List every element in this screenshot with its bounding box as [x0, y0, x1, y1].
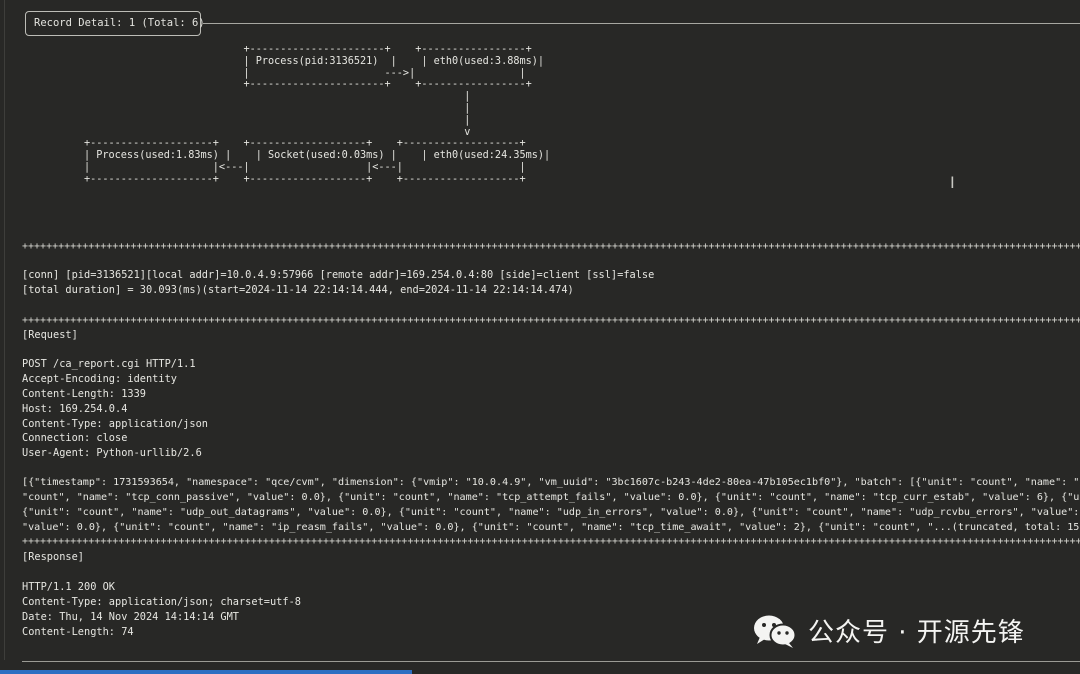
request-header-field: Host: 169.254.0.4 — [22, 403, 128, 415]
record-detail-title: Record Detail: 1 (Total: 6) — [25, 11, 205, 36]
request-header: [Request] — [22, 329, 78, 341]
request-body-line: "count", "name": "tcp_conn_passive", "va… — [22, 492, 1080, 503]
request-body-line: "value": 0.0}, {"unit": "count", "name":… — [22, 522, 1080, 533]
request-body-line: {"unit": "count", "name": "udp_out_datag… — [22, 507, 1080, 518]
separator-line: ++++++++++++++++++++++++++++++++++++++++… — [22, 242, 1080, 252]
wechat-icon — [754, 615, 797, 648]
duration-info-line[interactable]: [total duration] = 30.093(ms)(start=2024… — [22, 283, 574, 298]
conn-info-line[interactable]: [conn] [pid=3136521][local addr]=10.0.4.… — [22, 268, 654, 283]
request-body-line: [{"timestamp": 1731593654, "namespace": … — [22, 477, 1080, 488]
response-header-field: Content-Type: application/json; charset=… — [22, 596, 301, 608]
response-header-field: Content-Length: 74 — [22, 626, 134, 638]
separator-line: ++++++++++++++++++++++++++++++++++++++++… — [22, 537, 1080, 547]
request-line: POST /ca_report.cgi HTTP/1.1 — [22, 358, 196, 370]
watermark-text: 公众号 · 开源先锋 — [808, 618, 1025, 648]
title-rule — [203, 23, 1080, 24]
watermark: 公众号 · 开源先锋 — [752, 612, 1025, 649]
trace-flow-diagram: +----------------------+ +--------------… — [84, 44, 551, 185]
horizontal-scrollbar[interactable] — [0, 670, 412, 674]
separator-line: ++++++++++++++++++++++++++++++++++++++++… — [22, 316, 1080, 326]
response-header: [Response] — [22, 551, 84, 563]
response-header-field: Date: Thu, 14 Nov 2024 14:14:14 GMT — [22, 611, 239, 623]
text-cursor-icon: I — [950, 173, 955, 192]
request-header-field: User-Agent: Python-urllib/2.6 — [22, 447, 202, 459]
response-status-line: HTTP/1.1 200 OK — [22, 581, 115, 593]
request-header-field: Accept-Encoding: identity — [22, 373, 177, 385]
request-header-field: Connection: close — [22, 432, 128, 444]
left-border — [4, 0, 5, 660]
request-header-field: Content-Length: 1339 — [22, 388, 146, 400]
bottom-rule — [22, 661, 1080, 662]
request-header-field: Content-Type: application/json — [22, 418, 208, 430]
